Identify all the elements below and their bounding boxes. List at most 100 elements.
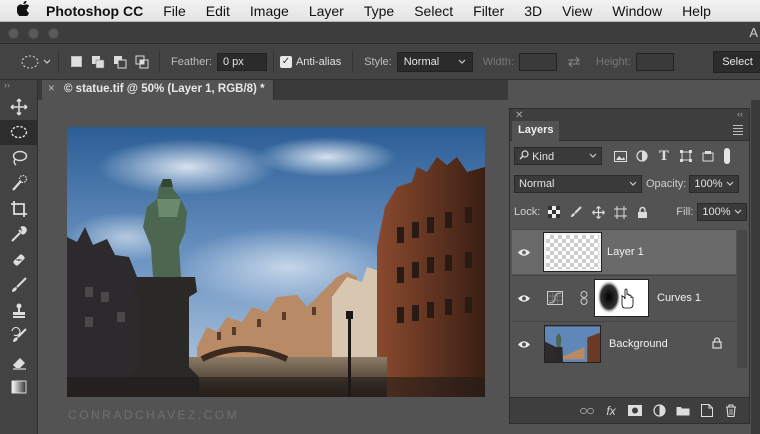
- style-dropdown[interactable]: Normal: [396, 51, 473, 72]
- add-to-selection-icon[interactable]: [87, 51, 109, 73]
- width-input[interactable]: [518, 52, 557, 71]
- elliptical-marquee-icon[interactable]: [0, 119, 38, 145]
- blend-mode-row: Normal Opacity: 100%: [510, 175, 751, 193]
- menu-help[interactable]: Help: [682, 3, 711, 19]
- brush-icon[interactable]: [0, 273, 38, 299]
- layers-scrollbar[interactable]: [737, 230, 747, 368]
- trash-icon[interactable]: [719, 401, 743, 421]
- swap-width-height-icon[interactable]: [563, 51, 585, 73]
- clone-stamp-icon[interactable]: [0, 298, 38, 324]
- layer-row-background[interactable]: Background: [512, 321, 736, 366]
- window-close-button[interactable]: [8, 28, 19, 39]
- filter-toggle-switch[interactable]: [724, 148, 730, 164]
- eye-icon[interactable]: [512, 340, 536, 349]
- shape-layer-filter-icon[interactable]: [678, 148, 694, 164]
- toolbar-grip[interactable]: ››: [0, 80, 37, 94]
- add-layer-mask-icon[interactable]: [623, 401, 647, 421]
- style-value: Normal: [403, 55, 440, 68]
- layer-mask-thumbnail[interactable]: [594, 279, 649, 317]
- layer-thumbnail: [544, 325, 601, 363]
- eyedropper-icon[interactable]: [0, 222, 38, 248]
- intersect-selection-icon[interactable]: [131, 51, 153, 73]
- mac-menu-bar: Photoshop CC File Edit Image Layer Type …: [0, 0, 760, 22]
- layer-name[interactable]: Background: [609, 338, 668, 350]
- style-label: Style:: [364, 55, 392, 68]
- fx-icon[interactable]: fx: [599, 401, 623, 421]
- layers-tab[interactable]: Layers: [512, 121, 560, 141]
- menu-view[interactable]: View: [562, 3, 592, 19]
- menu-filter[interactable]: Filter: [473, 3, 504, 19]
- layer-filter-row: Kind T: [510, 147, 751, 165]
- new-layer-icon[interactable]: [695, 401, 719, 421]
- feather-label: Feather:: [171, 55, 212, 68]
- crop-icon[interactable]: [0, 196, 38, 222]
- search-icon: [519, 149, 529, 159]
- opacity-value: 100%: [694, 178, 723, 190]
- title-glyph: A: [749, 25, 758, 40]
- adjustment-layer-filter-icon[interactable]: [634, 148, 650, 164]
- chevron-down-icon: [458, 59, 466, 64]
- lock-transparent-pixels-icon[interactable]: [546, 204, 562, 220]
- app-name-menu[interactable]: Photoshop CC: [46, 3, 143, 19]
- select-and-mask-button[interactable]: Select: [713, 50, 760, 73]
- collapse-icon[interactable]: ‹‹: [737, 109, 743, 119]
- options-bar: Feather: 0 px ✓ Anti-alias Style: Normal…: [0, 44, 760, 80]
- quick-selection-icon[interactable]: [0, 171, 38, 197]
- lock-image-pixels-icon[interactable]: [568, 204, 584, 220]
- subtract-from-selection-icon[interactable]: [109, 51, 131, 73]
- menu-image[interactable]: Image: [250, 3, 289, 19]
- tool-preset-picker[interactable]: [18, 51, 52, 73]
- link-layers-icon[interactable]: [575, 401, 599, 421]
- feather-input[interactable]: 0 px: [216, 52, 267, 71]
- menu-3d[interactable]: 3D: [524, 3, 542, 19]
- pixel-layer-filter-icon[interactable]: [612, 148, 628, 164]
- panel-menu-icon[interactable]: [733, 125, 743, 137]
- document-tab[interactable]: × © statue.tif @ 50% (Layer 1, RGB/8) *: [42, 80, 274, 100]
- lock-all-icon[interactable]: [634, 204, 650, 220]
- smart-object-filter-icon[interactable]: [700, 148, 716, 164]
- eye-icon[interactable]: [512, 248, 536, 257]
- healing-brush-icon[interactable]: [0, 247, 38, 273]
- new-group-icon[interactable]: [671, 401, 695, 421]
- opacity-field[interactable]: 100%: [689, 175, 740, 193]
- lasso-icon[interactable]: [0, 145, 38, 171]
- new-selection-icon[interactable]: [65, 51, 87, 73]
- eye-icon[interactable]: [512, 294, 536, 303]
- eraser-icon[interactable]: [0, 349, 38, 375]
- menu-window[interactable]: Window: [612, 3, 662, 19]
- layer-row-curves-1[interactable]: Curves 1: [512, 275, 736, 320]
- lock-artboard-icon[interactable]: [612, 204, 628, 220]
- history-brush-icon[interactable]: [0, 324, 38, 350]
- chain-link-icon[interactable]: [576, 291, 592, 305]
- type-layer-filter-icon[interactable]: T: [656, 148, 672, 164]
- filter-kind-dropdown[interactable]: Kind: [514, 147, 602, 165]
- antialias-label: Anti-alias: [295, 55, 342, 68]
- move-tool-icon[interactable]: [0, 94, 38, 120]
- new-adjustment-layer-icon[interactable]: [647, 401, 671, 421]
- layer-name[interactable]: Curves 1: [657, 292, 701, 304]
- lock-label: Lock:: [514, 206, 541, 218]
- lock-position-icon[interactable]: [590, 204, 606, 220]
- width-label: Width:: [482, 55, 514, 68]
- menu-type[interactable]: Type: [364, 3, 394, 19]
- close-document-icon[interactable]: ×: [48, 83, 55, 95]
- height-input[interactable]: [635, 52, 674, 71]
- document-canvas[interactable]: [67, 127, 485, 397]
- layer-name[interactable]: Layer 1: [607, 246, 644, 258]
- menu-select[interactable]: Select: [414, 3, 453, 19]
- blend-mode-dropdown[interactable]: Normal: [514, 175, 642, 193]
- fill-field[interactable]: 100%: [697, 203, 748, 221]
- window-minimize-button[interactable]: [28, 28, 39, 39]
- menu-edit[interactable]: Edit: [206, 3, 230, 19]
- layer-row-layer-1[interactable]: Layer 1: [512, 229, 736, 274]
- gradient-icon[interactable]: [0, 375, 38, 401]
- close-icon[interactable]: ✕: [515, 110, 523, 121]
- antialias-checkbox[interactable]: ✓: [279, 55, 292, 68]
- window-zoom-button[interactable]: [48, 28, 59, 39]
- apple-icon[interactable]: [0, 0, 46, 20]
- blend-mode-value: Normal: [519, 178, 555, 190]
- menu-file[interactable]: File: [163, 3, 186, 19]
- menu-layer[interactable]: Layer: [309, 3, 344, 19]
- height-label: Height:: [595, 55, 631, 68]
- separator: [159, 50, 160, 73]
